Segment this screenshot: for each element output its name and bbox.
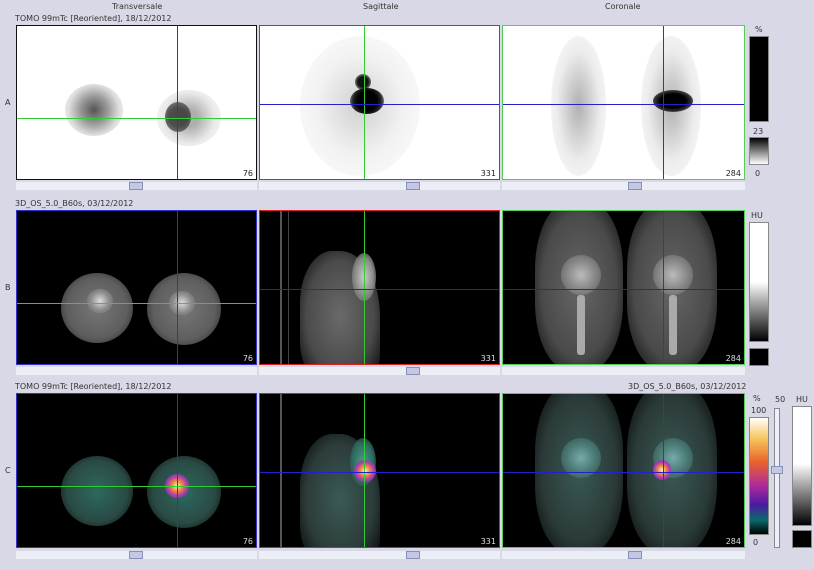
crosshair-horizontal	[503, 472, 744, 473]
viewport-c-transversale[interactable]: 76	[16, 393, 257, 548]
crosshair-vertical	[364, 394, 365, 547]
crosshair-horizontal	[260, 472, 499, 473]
nm-uptake-hotspot	[350, 88, 384, 114]
crosshair-vertical	[663, 211, 664, 364]
colorbar-a-mid: 23	[753, 127, 764, 136]
viewport-a-coronale[interactable]: 284	[502, 25, 745, 180]
viewport-b-transversale[interactable]: 76	[16, 210, 257, 365]
crosshair-vertical	[177, 26, 178, 179]
crosshair-horizontal	[503, 289, 744, 290]
row-label-b: B	[5, 283, 11, 292]
colorbar-c-max: 100	[751, 406, 767, 415]
crosshair-horizontal	[17, 118, 256, 119]
colorbar-a-gradient	[749, 137, 769, 165]
slice-number: 284	[725, 169, 741, 178]
colorbar-b-lower	[749, 348, 769, 366]
crosshair-vertical	[663, 26, 664, 179]
ct-tibia-right	[669, 295, 677, 355]
crosshair-vertical	[364, 26, 365, 179]
viewport-b-coronale[interactable]: 284	[502, 210, 745, 365]
crosshair-horizontal	[17, 486, 256, 487]
header-sagittale: Sagittale	[363, 2, 399, 11]
scroll-thumb[interactable]	[406, 551, 420, 559]
series-label-a: TOMO 99mTc [Reoriented], 18/12/2012	[15, 14, 172, 23]
colorbar-a-unit: %	[755, 25, 763, 34]
slice-number: 331	[480, 354, 496, 363]
viewport-a-sagittale[interactable]: 331	[259, 25, 500, 180]
colorbar-b[interactable]	[749, 222, 769, 342]
scrollbar-a-sagittale[interactable]	[259, 182, 500, 190]
crosshair-vertical	[663, 394, 664, 547]
colorbar-b-unit: HU	[751, 211, 763, 220]
scrollbar-b-sagittale[interactable]	[259, 367, 500, 375]
colorbar-c-unit-pct: %	[753, 394, 761, 403]
scroll-thumb[interactable]	[406, 182, 420, 190]
nm-uptake-hotspot-upper	[355, 74, 371, 90]
scrollbar-b-coronale[interactable]	[502, 367, 745, 375]
slice-number: 331	[480, 537, 496, 546]
slice-number: 284	[725, 354, 741, 363]
slice-number: 76	[242, 169, 253, 178]
ct-table-line	[280, 211, 282, 364]
ct-table-line	[280, 394, 282, 547]
row-label-c: C	[5, 466, 11, 475]
viewport-c-sagittale[interactable]: 331	[259, 393, 500, 548]
crosshair-horizontal	[260, 104, 499, 105]
threshold-slider-handle[interactable]	[771, 466, 783, 474]
fused-leg-left	[61, 456, 133, 526]
header-transversale: Transversale	[112, 2, 163, 11]
row-label-a: A	[5, 98, 11, 107]
colorbar-c-ct[interactable]	[792, 406, 812, 526]
scrollbar-c-coronale[interactable]	[502, 551, 745, 559]
crosshair-vertical	[177, 211, 178, 364]
threshold-slider-track[interactable]	[774, 408, 780, 548]
slice-number: 76	[242, 537, 253, 546]
slice-number: 331	[480, 169, 496, 178]
scrollbar-c-sagittale[interactable]	[259, 551, 500, 559]
colorbar-c-pet[interactable]	[749, 417, 769, 535]
fused-hotspot	[354, 460, 376, 482]
scroll-thumb[interactable]	[628, 182, 642, 190]
crosshair-vertical	[364, 211, 365, 364]
crosshair-horizontal	[260, 289, 499, 290]
scroll-thumb[interactable]	[129, 182, 143, 190]
colorbar-c-ct-lower	[792, 530, 812, 548]
nm-uptake-left-knee	[65, 84, 123, 136]
ct-bone-left	[87, 289, 113, 313]
scroll-thumb[interactable]	[406, 367, 420, 375]
scroll-thumb[interactable]	[628, 551, 642, 559]
viewport-c-coronale[interactable]: 284	[502, 393, 745, 548]
scrollbar-b-transversale[interactable]	[16, 367, 257, 375]
colorbar-a-min: 0	[755, 169, 761, 178]
crosshair-horizontal	[503, 104, 744, 105]
colorbar-c-threshold: 50	[775, 395, 786, 404]
viewport-a-transversale[interactable]: 76	[16, 25, 257, 180]
nm-uptake-hotspot	[653, 90, 693, 112]
colorbar-c-min: 0	[753, 538, 759, 547]
header-coronale: Coronale	[605, 2, 641, 11]
scrollbar-a-coronale[interactable]	[502, 182, 745, 190]
viewport-b-sagittale[interactable]: 331	[259, 210, 500, 365]
colorbar-c-unit-hu: HU	[796, 395, 808, 404]
scrollbar-a-transversale[interactable]	[16, 182, 257, 190]
slice-number: 284	[725, 537, 741, 546]
crosshair-horizontal	[17, 303, 256, 304]
series-label-c-left: TOMO 99mTc [Reoriented], 18/12/2012	[15, 382, 172, 391]
nm-uptake-left-leg	[551, 36, 606, 176]
ct-table-line	[288, 211, 289, 364]
fused-hotspot	[653, 460, 671, 480]
series-label-c-right: 3D_OS_5.0_B60s, 03/12/2012	[628, 382, 747, 391]
colorbar-a[interactable]	[749, 36, 769, 122]
scroll-thumb[interactable]	[129, 551, 143, 559]
crosshair-vertical	[177, 394, 178, 547]
slice-number: 76	[242, 354, 253, 363]
ct-tibia-left	[577, 295, 585, 355]
series-label-b: 3D_OS_5.0_B60s, 03/12/2012	[15, 199, 134, 208]
scrollbar-c-transversale[interactable]	[16, 551, 257, 559]
